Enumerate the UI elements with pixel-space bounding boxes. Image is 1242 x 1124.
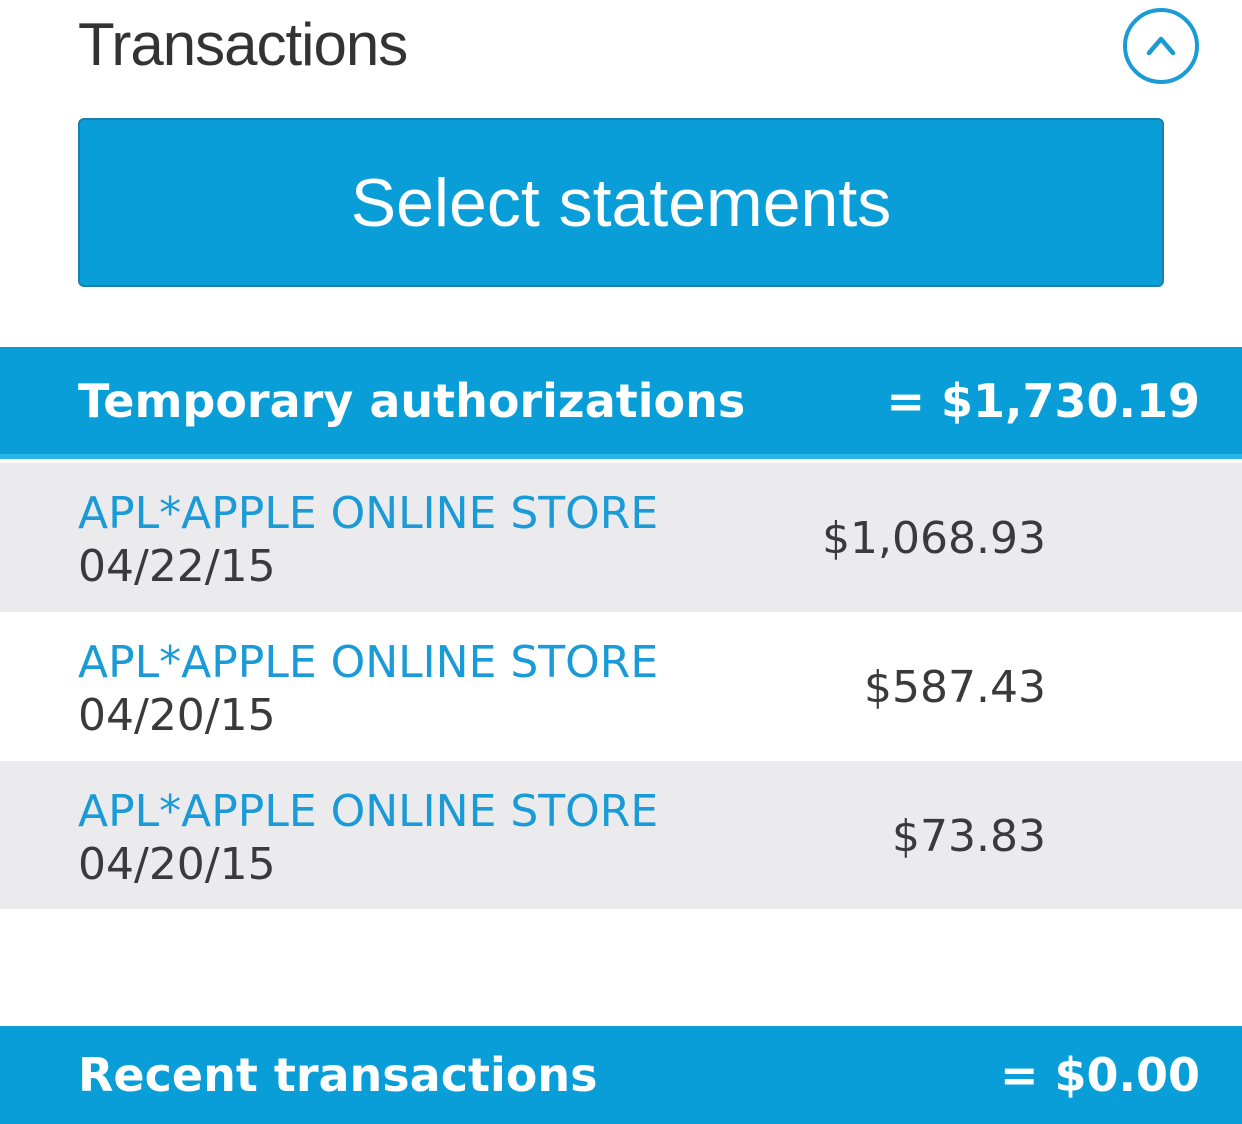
section-total: = $0.00 bbox=[999, 1048, 1200, 1102]
transaction-row[interactable]: APL*APPLE ONLINE STORE 04/22/15 $1,068.9… bbox=[0, 463, 1242, 612]
temporary-authorizations-header: Temporary authorizations = $1,730.19 bbox=[0, 347, 1242, 459]
chevron-up-icon bbox=[1146, 36, 1176, 56]
section-label: Recent transactions bbox=[78, 1048, 598, 1102]
merchant-name: APL*APPLE ONLINE STORE bbox=[78, 637, 659, 688]
transaction-date: 04/22/15 bbox=[78, 541, 276, 592]
merchant-name: APL*APPLE ONLINE STORE bbox=[78, 786, 659, 837]
section-label: Temporary authorizations bbox=[78, 373, 746, 428]
transaction-amount: $587.43 bbox=[864, 662, 1046, 713]
transaction-date: 04/20/15 bbox=[78, 690, 276, 741]
page-title: Transactions bbox=[78, 11, 408, 78]
transaction-date: 04/20/15 bbox=[78, 839, 276, 890]
transaction-amount: $73.83 bbox=[892, 811, 1046, 862]
collapse-button[interactable] bbox=[1123, 8, 1199, 84]
transactions-page: Transactions Select statements Temporary… bbox=[0, 0, 1242, 1124]
merchant-name: APL*APPLE ONLINE STORE bbox=[78, 488, 659, 539]
transaction-row[interactable]: APL*APPLE ONLINE STORE 04/20/15 $587.43 bbox=[0, 612, 1242, 761]
transaction-row[interactable]: APL*APPLE ONLINE STORE 04/20/15 $73.83 bbox=[0, 761, 1242, 909]
section-total: = $1,730.19 bbox=[886, 373, 1200, 428]
recent-transactions-header[interactable]: Recent transactions = $0.00 bbox=[0, 1026, 1242, 1124]
transaction-amount: $1,068.93 bbox=[822, 513, 1046, 564]
select-statements-button[interactable]: Select statements bbox=[78, 118, 1164, 287]
